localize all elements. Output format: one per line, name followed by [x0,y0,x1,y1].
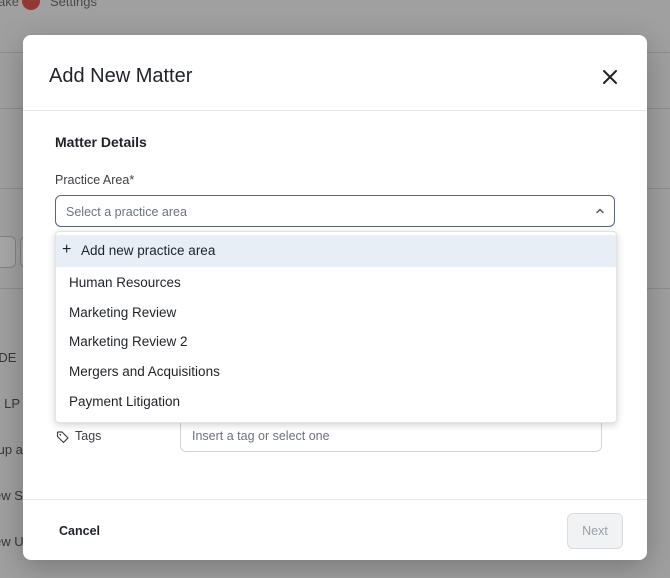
tags-input[interactable]: Insert a tag or select one [180,421,602,452]
add-practice-area-label: Add new practice area [81,243,216,258]
cancel-button[interactable]: Cancel [59,524,100,538]
add-matter-dialog: Add New Matter Matter Details Practice A… [23,35,647,560]
next-button[interactable]: Next [567,513,623,549]
tags-label: Tags [75,429,102,443]
close-button[interactable] [598,65,622,89]
practice-area-option[interactable]: Human Resources [56,269,616,297]
tag-icon [56,430,70,444]
plus-icon: + [62,241,72,258]
practice-area-placeholder: Select a practice area [66,205,187,219]
practice-area-option[interactable]: Payment Litigation [56,388,616,416]
option-label: Mergers and Acquisitions [69,364,220,379]
practice-area-label: Practice Area* [55,173,135,187]
option-label: Human Resources [69,275,181,290]
practice-area-select[interactable]: Select a practice area [55,195,615,227]
dialog-header: Add New Matter [23,35,647,111]
practice-area-option[interactable]: Marketing Review [56,299,616,327]
close-icon [603,70,617,84]
practice-area-option[interactable]: Marketing Review 2 [56,328,616,356]
option-label: Marketing Review 2 [69,334,188,349]
dialog-title: Add New Matter [49,65,193,87]
chevron-up-icon [596,208,604,214]
add-practice-area-option[interactable]: + Add new practice area [56,235,616,267]
dialog-footer-divider [23,499,647,500]
option-label: Marketing Review [69,305,177,320]
practice-area-dropdown: + Add new practice area Human Resources … [55,231,617,423]
practice-area-option[interactable]: Mergers and Acquisitions [56,358,616,386]
option-label: Payment Litigation [69,394,181,409]
tags-placeholder: Insert a tag or select one [192,429,330,443]
section-title: Matter Details [55,134,147,150]
